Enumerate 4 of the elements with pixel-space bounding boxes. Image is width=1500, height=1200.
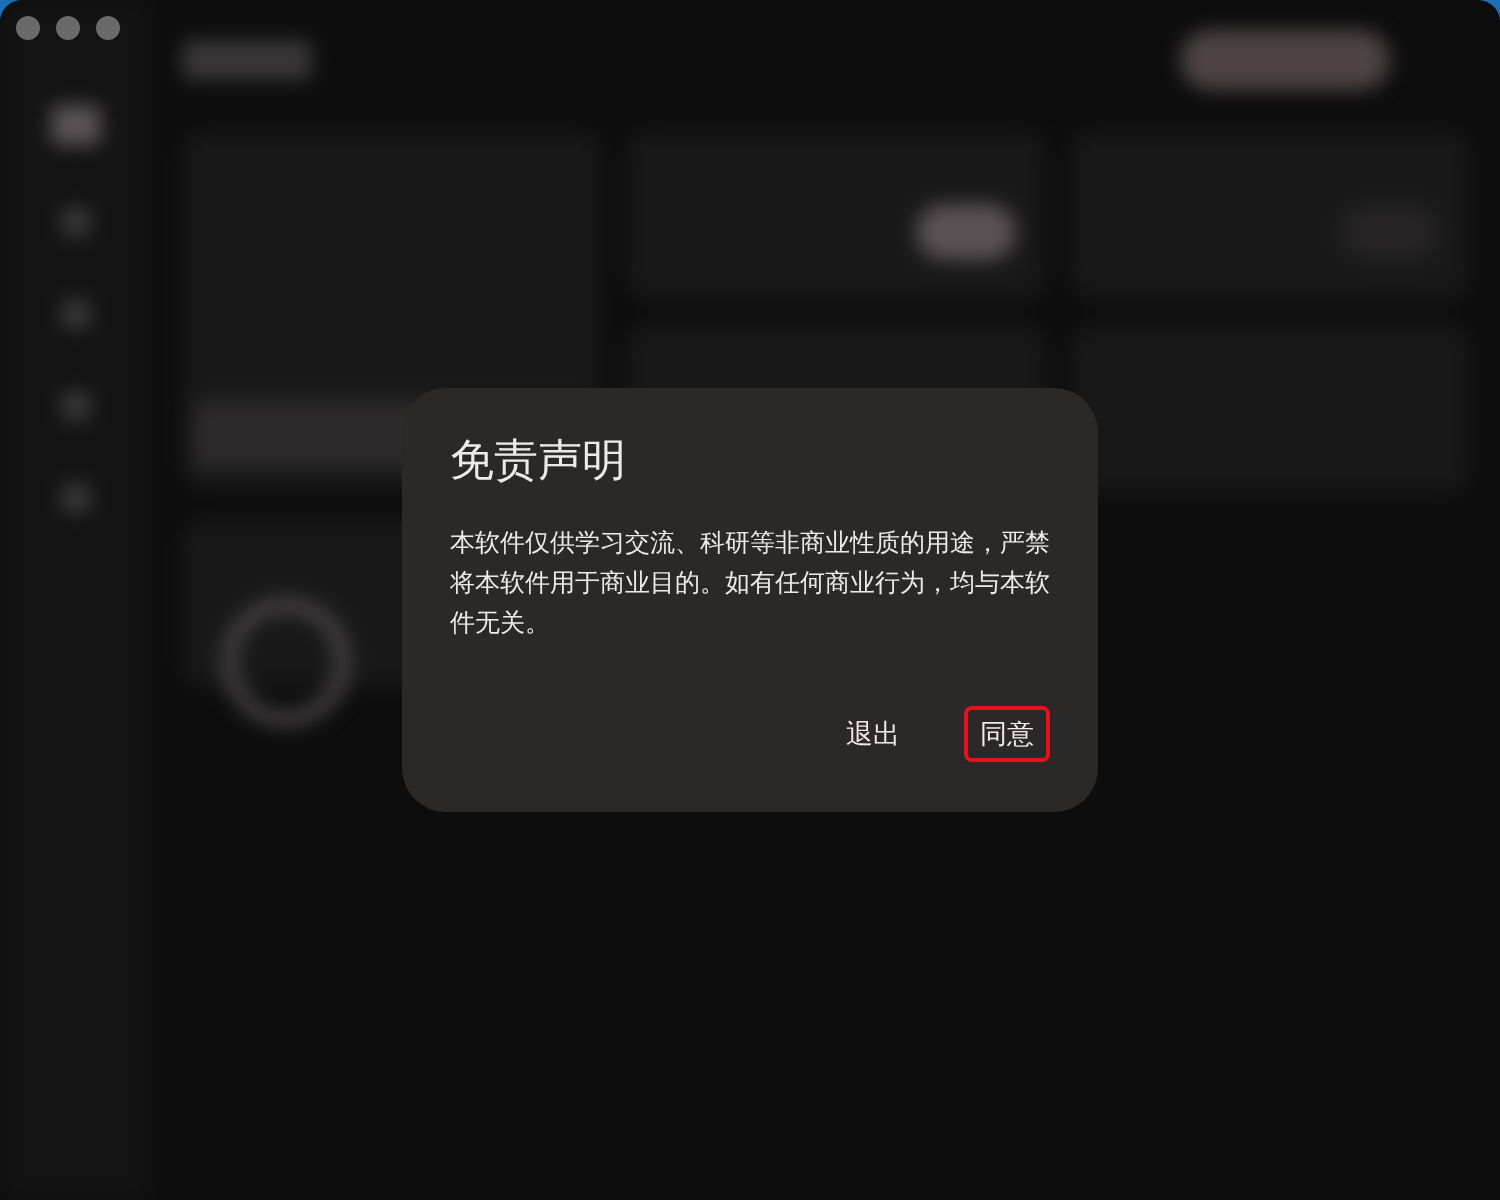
- dialog-title: 免责声明: [450, 434, 627, 487]
- dialog-button[interactable]: 退出: [830, 706, 916, 762]
- dialog-message: 本软件仅供学习交流、科研等非商业性质的用途，严禁将本软件用于商业目的。如有任何商业行为，均与本软件无关。: [450, 526, 1050, 639]
- dialog-button[interactable]: 同意: [964, 706, 1050, 762]
